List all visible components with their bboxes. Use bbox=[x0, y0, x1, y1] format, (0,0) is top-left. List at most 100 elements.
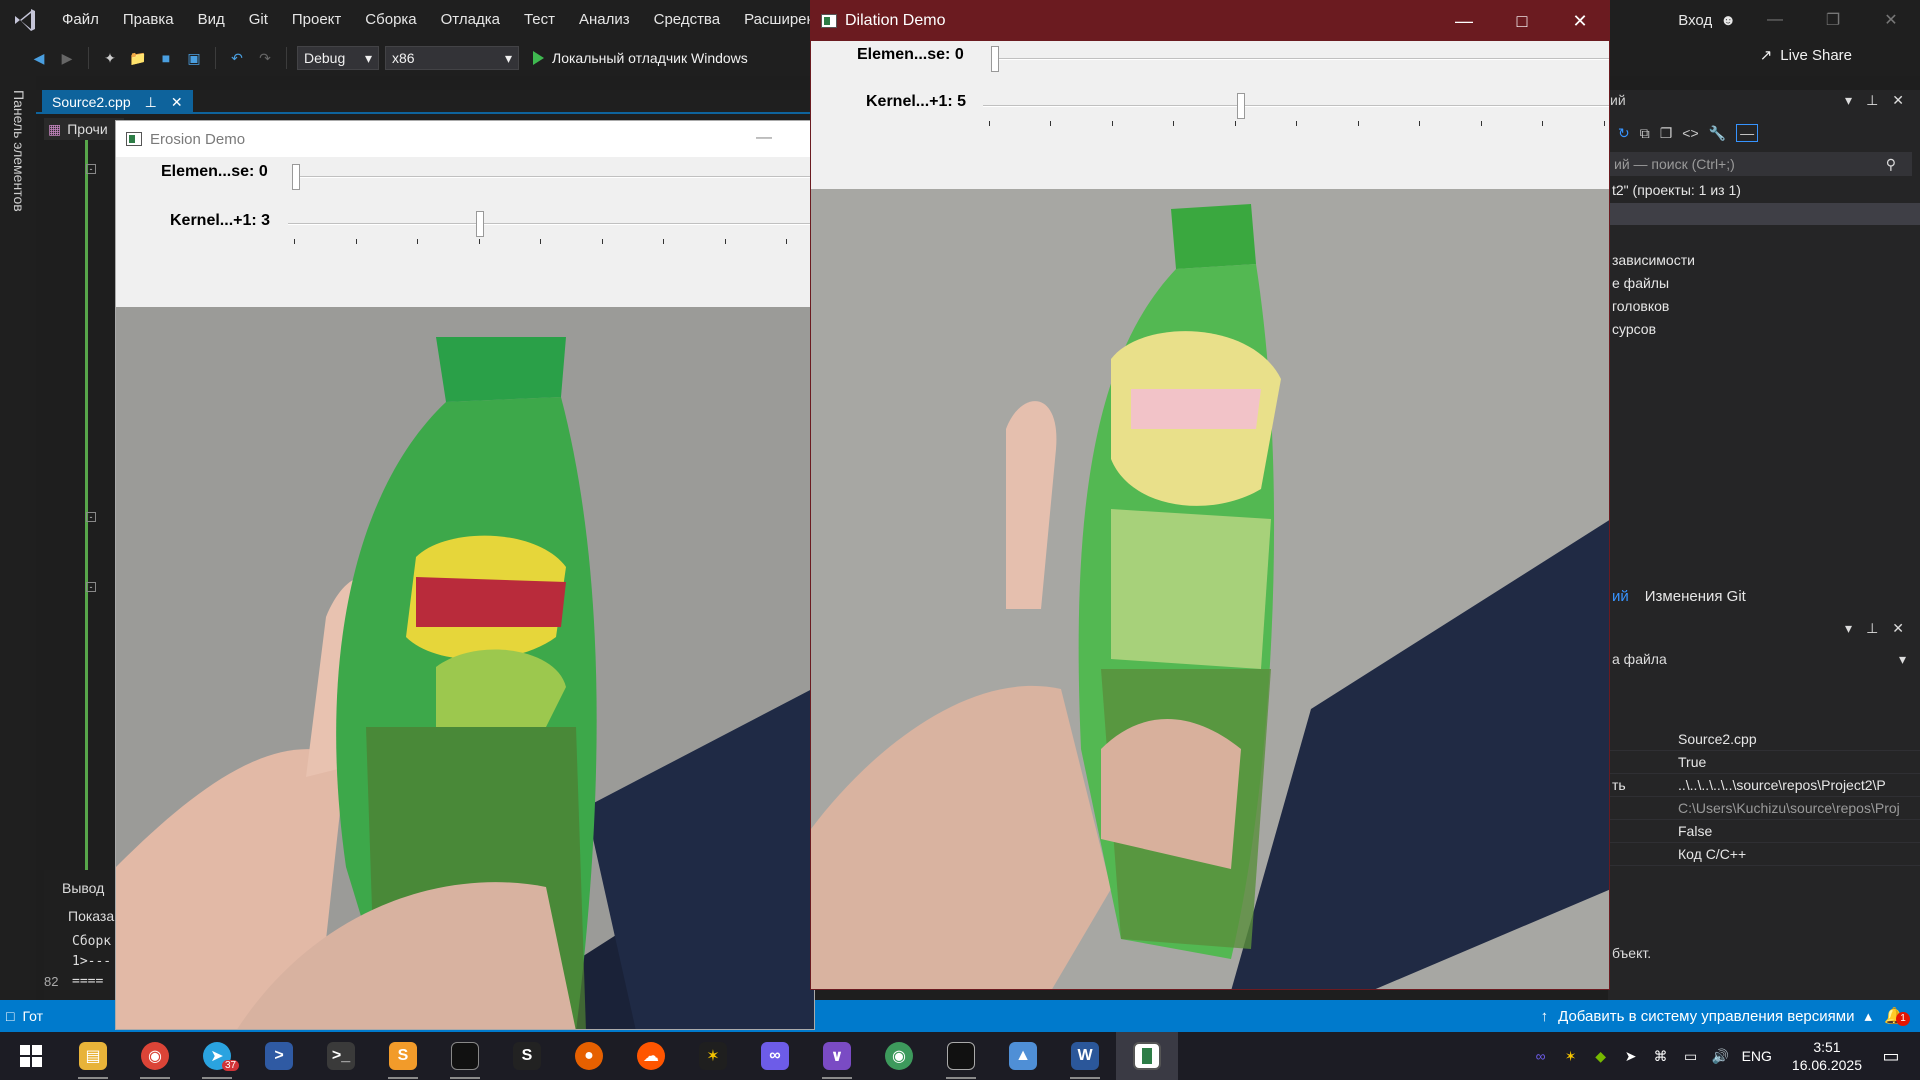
menu-build[interactable]: Сборка bbox=[353, 0, 428, 40]
new-project-icon[interactable]: ✦ bbox=[99, 47, 121, 69]
vs-minimize-button[interactable]: — bbox=[1746, 0, 1804, 40]
language-indicator[interactable]: ENG bbox=[1742, 1048, 1772, 1064]
view-code-icon[interactable]: <> bbox=[1682, 125, 1698, 141]
taskbar-sublime-text[interactable]: S bbox=[372, 1032, 434, 1080]
tree-item-dependencies[interactable]: зависимости bbox=[1612, 252, 1695, 268]
erosion-element-thumb[interactable] bbox=[292, 164, 300, 190]
open-folder-icon[interactable]: 📁 bbox=[127, 47, 149, 69]
property-row[interactable]: Source2.cpp bbox=[1608, 728, 1920, 751]
erosion-kernel-thumb[interactable] bbox=[476, 211, 484, 237]
taskbar-demo-app[interactable] bbox=[1116, 1032, 1178, 1080]
minimize-button[interactable]: — bbox=[1435, 1, 1493, 41]
minimize-button[interactable]: — bbox=[756, 129, 772, 147]
taskbar-file-explorer[interactable]: ▤ bbox=[62, 1032, 124, 1080]
menu-debug[interactable]: Отладка bbox=[429, 0, 512, 40]
menu-git[interactable]: Git bbox=[237, 0, 280, 40]
tree-item-headers[interactable]: головков bbox=[1612, 298, 1669, 314]
show-all-files-icon[interactable]: ❐ bbox=[1660, 125, 1673, 142]
chevron-down-icon[interactable]: ▾ bbox=[1845, 92, 1852, 109]
dilation-element-track[interactable] bbox=[991, 58, 1609, 60]
pin-icon[interactable]: ⊥ bbox=[1866, 92, 1878, 109]
menu-test[interactable]: Тест bbox=[512, 0, 567, 40]
undo-icon[interactable]: ↶ bbox=[226, 47, 248, 69]
pin-icon[interactable]: ⊥ bbox=[145, 94, 157, 111]
live-share-button[interactable]: ↗ Live Share bbox=[1760, 46, 1852, 65]
forward-icon[interactable]: ▶ bbox=[56, 47, 78, 69]
property-row[interactable]: True bbox=[1608, 751, 1920, 774]
volume-icon[interactable]: 🔊 bbox=[1712, 1047, 1730, 1065]
taskbar-powershell[interactable]: > bbox=[248, 1032, 310, 1080]
tab-git-changes[interactable]: Изменения Git bbox=[1645, 588, 1746, 605]
code-editor[interactable]: - - - bbox=[58, 140, 118, 870]
maximize-button[interactable]: □ bbox=[1493, 1, 1551, 41]
navigation-bar[interactable]: ▦ Прочи bbox=[44, 118, 124, 140]
chevron-down-icon[interactable]: ▾ bbox=[1845, 620, 1852, 637]
telegram-tray-icon[interactable]: ➤ bbox=[1622, 1047, 1640, 1065]
clock[interactable]: 3:51 16.06.2025 bbox=[1792, 1038, 1862, 1074]
start-button[interactable] bbox=[0, 1032, 62, 1080]
property-row[interactable]: False bbox=[1608, 820, 1920, 843]
taskbar-firefox[interactable]: ● bbox=[558, 1032, 620, 1080]
erosion-demo-window[interactable]: Erosion Demo — Elemen...se: 0 Kernel...+… bbox=[115, 120, 815, 1030]
menu-analyze[interactable]: Анализ bbox=[567, 0, 642, 40]
solution-search-input[interactable]: ий — поиск (Ctrl+;) bbox=[1608, 152, 1912, 176]
properties-wrench-icon[interactable]: 🔧 bbox=[1709, 125, 1726, 142]
taskbar-link-app[interactable]: ∞ bbox=[744, 1032, 806, 1080]
taskbar-chrome[interactable]: ◉ bbox=[124, 1032, 186, 1080]
menu-project[interactable]: Проект bbox=[280, 0, 353, 40]
tree-item-files[interactable]: е файлы bbox=[1612, 275, 1669, 291]
menu-view[interactable]: Вид bbox=[186, 0, 237, 40]
taskbar-spark[interactable]: ✶ bbox=[682, 1032, 744, 1080]
taskbar-photos[interactable]: ▲ bbox=[992, 1032, 1054, 1080]
properties-object-select[interactable]: а файла ▾ bbox=[1608, 648, 1912, 670]
fold-toggle-icon[interactable]: - bbox=[86, 512, 96, 522]
dilation-kernel-thumb[interactable] bbox=[1237, 93, 1245, 119]
taskbar-soundcloud[interactable]: ☁ bbox=[620, 1032, 682, 1080]
nvidia-icon[interactable]: ◆ bbox=[1592, 1047, 1610, 1065]
menu-tools[interactable]: Средства bbox=[642, 0, 732, 40]
close-icon[interactable]: ✕ bbox=[1892, 92, 1904, 109]
dilation-titlebar[interactable]: Dilation Demo — □ ✕ bbox=[811, 1, 1609, 41]
redo-icon[interactable]: ↷ bbox=[254, 47, 276, 69]
taskbar-telegram[interactable]: ➤ 37 bbox=[186, 1032, 248, 1080]
taskbar-scrivener[interactable]: S bbox=[496, 1032, 558, 1080]
toolbox-tab[interactable]: Панель элементов bbox=[11, 90, 27, 212]
wifi-icon[interactable]: ⌘ bbox=[1652, 1047, 1670, 1065]
tab-solution-explorer[interactable]: ий bbox=[1612, 588, 1629, 605]
collapse-all-icon[interactable]: ⧉ bbox=[1640, 125, 1650, 142]
vs-close-button[interactable]: ✕ bbox=[1862, 0, 1920, 40]
close-icon[interactable]: ✕ bbox=[1892, 620, 1904, 637]
start-debugging-button[interactable]: Локальный отладчик Windows bbox=[533, 50, 748, 66]
pin-icon[interactable]: ⊥ bbox=[1866, 620, 1878, 637]
visual-studio-logo-icon[interactable] bbox=[0, 0, 50, 40]
taskbar-chrome-canary[interactable]: ◉ bbox=[868, 1032, 930, 1080]
vs-restore-button[interactable]: ❐ bbox=[1804, 0, 1862, 40]
tab-source2-cpp[interactable]: Source2.cpp ⊥ ✕ bbox=[42, 90, 193, 114]
link-tray-icon[interactable]: ∞ bbox=[1532, 1047, 1550, 1065]
fold-toggle-icon[interactable]: - bbox=[86, 164, 96, 174]
taskbar-cmd[interactable] bbox=[930, 1032, 992, 1080]
property-row[interactable]: C:\Users\Kuchizu\source\repos\Proj bbox=[1608, 797, 1920, 820]
save-icon[interactable]: ■ bbox=[155, 47, 177, 69]
spark-tray-icon[interactable]: ✶ bbox=[1562, 1047, 1580, 1065]
dilation-element-thumb[interactable] bbox=[991, 46, 999, 72]
solution-node[interactable]: t2" (проекты: 1 из 1) bbox=[1612, 182, 1741, 198]
close-icon[interactable]: ✕ bbox=[171, 94, 183, 111]
property-row[interactable]: Код C/C++ bbox=[1608, 843, 1920, 866]
tree-item-resources[interactable]: сурсов bbox=[1612, 321, 1656, 337]
dilation-demo-window[interactable]: Dilation Demo — □ ✕ Elemen...se: 0 Kerne… bbox=[810, 0, 1610, 990]
selected-tree-row[interactable] bbox=[1608, 203, 1920, 225]
sync-icon[interactable]: ↻ bbox=[1618, 125, 1630, 142]
property-row[interactable]: ть ..\..\..\..\..\source\repos\Project2\… bbox=[1608, 774, 1920, 797]
taskbar-console[interactable] bbox=[434, 1032, 496, 1080]
taskbar-word[interactable]: W bbox=[1054, 1032, 1116, 1080]
configuration-select[interactable]: Debug ▾ bbox=[297, 46, 379, 70]
add-to-source-control-button[interactable]: ↑ Добавить в систему управления версиями… bbox=[1541, 1000, 1872, 1032]
erosion-kernel-track[interactable] bbox=[288, 223, 814, 225]
taskbar-terminal[interactable]: >_ bbox=[310, 1032, 372, 1080]
signin-button[interactable]: Вход ☻ bbox=[1678, 12, 1736, 29]
battery-icon[interactable]: ▭ bbox=[1682, 1047, 1700, 1065]
fold-toggle-icon[interactable]: - bbox=[86, 582, 96, 592]
menu-file[interactable]: Файл bbox=[50, 0, 111, 40]
dilation-kernel-track[interactable] bbox=[983, 105, 1609, 107]
